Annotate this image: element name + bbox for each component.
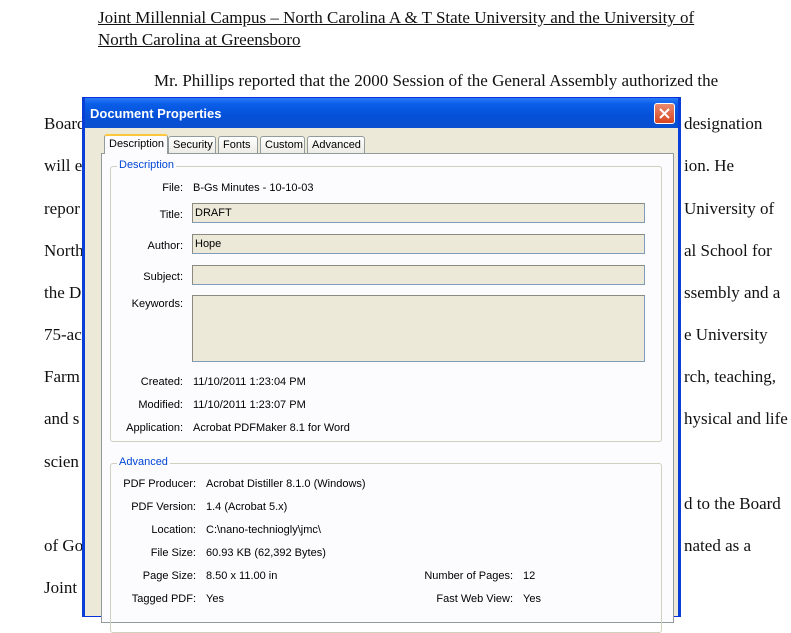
file-label: File:: [162, 182, 183, 194]
tab-description[interactable]: Description: [104, 134, 168, 154]
tab-custom[interactable]: Custom: [260, 136, 305, 153]
doc-left-fragment: Board: [44, 114, 86, 133]
tagged-pdf-value: Yes: [206, 593, 224, 605]
doc-left-fragment: scien: [44, 452, 79, 471]
description-group: Description File: B-Gs Minutes - 10-10-0…: [110, 159, 662, 442]
description-group-label: Description: [117, 159, 177, 171]
page-size-value: 8.50 x 11.00 in: [206, 570, 278, 582]
fast-web-view-label: Fast Web View:: [436, 593, 513, 605]
document-properties-dialog: Document Properties Description Security…: [82, 97, 681, 633]
doc-right-fragment: al School for: [684, 241, 772, 260]
doc-right-fragment: e University: [684, 325, 768, 344]
file-size-value: 60.93 KB (62,392 Bytes): [206, 547, 326, 559]
pdf-producer-label: PDF Producer:: [123, 478, 196, 490]
doc-left-fragment: 75-ac: [44, 325, 82, 344]
subject-label: Subject:: [143, 271, 183, 283]
doc-right-fragment: rch, teaching,: [684, 367, 777, 386]
doc-right-fragment: designation: [684, 114, 763, 133]
pdf-version-value: 1.4 (Acrobat 5.x): [206, 501, 288, 513]
location-label: Location:: [151, 524, 196, 536]
fast-web-view-value: Yes: [523, 593, 541, 605]
doc-right-fragment: d to the Board: [684, 494, 781, 513]
close-button[interactable]: [654, 103, 675, 124]
advanced-group-label: Advanced: [117, 456, 170, 468]
file-size-label: File Size:: [150, 547, 196, 559]
application-value: Acrobat PDFMaker 8.1 for Word: [193, 422, 350, 434]
keywords-label: Keywords:: [131, 298, 183, 310]
subject-field[interactable]: [192, 265, 645, 285]
doc-right-fragment: University of: [684, 199, 775, 218]
description-tab-panel: Description File: B-Gs Minutes - 10-10-0…: [101, 153, 674, 633]
modified-value: 11/10/2011 1:23:07 PM: [193, 399, 306, 411]
keywords-field[interactable]: [192, 295, 645, 362]
doc-right-fragment: ssembly and a: [684, 283, 781, 302]
doc-right-fragment: hysical and life: [684, 409, 788, 428]
created-label: Created:: [140, 376, 183, 388]
dialog-titlebar[interactable]: Document Properties: [85, 98, 678, 128]
author-label: Author:: [147, 240, 183, 252]
title-field[interactable]: DRAFT: [192, 203, 645, 223]
doc-left-fragment: of Go: [44, 536, 84, 555]
created-value: 11/10/2011 1:23:04 PM: [193, 376, 306, 388]
file-value: B-Gs Minutes - 10-10-03: [193, 182, 314, 194]
doc-right-fragment: nated as a: [684, 536, 752, 555]
doc-left-fragment: North: [44, 241, 84, 260]
doc-heading-line2: North Carolina at Greensboro: [98, 30, 301, 49]
pdf-version-label: PDF Version:: [131, 501, 196, 513]
doc-left-fragment: Farm: [44, 367, 80, 386]
doc-heading-line1: Joint Millennial Campus – North Carolina…: [98, 8, 695, 27]
tagged-pdf-label: Tagged PDF:: [131, 593, 196, 605]
doc-left-fragment: Joint: [44, 578, 78, 597]
application-label: Application:: [126, 422, 183, 434]
number-of-pages-label: Number of Pages:: [424, 570, 513, 582]
close-icon: [659, 108, 670, 119]
title-label: Title:: [159, 209, 183, 221]
doc-right-fragment: ion. He: [684, 156, 735, 175]
doc-left-fragment: the D: [44, 283, 82, 302]
doc-paragraph-line: Mr. Phillips reported that the 2000 Sess…: [154, 71, 719, 90]
tab-security[interactable]: Security: [168, 136, 216, 153]
dialog-title: Document Properties: [90, 106, 222, 121]
number-of-pages-value: 12: [523, 570, 536, 582]
location-value: C:\nano-technioglу\jmc\: [206, 524, 321, 536]
tab-fonts[interactable]: Fonts: [218, 136, 258, 153]
modified-label: Modified:: [138, 399, 183, 411]
author-field[interactable]: Hope: [192, 234, 645, 254]
pdf-producer-value: Acrobat Distiller 8.1.0 (Windows): [206, 478, 366, 490]
page-size-label: Page Size:: [142, 570, 196, 582]
tab-advanced[interactable]: Advanced: [307, 136, 365, 153]
doc-left-fragment: and s: [44, 409, 80, 428]
doc-left-fragment: repor: [44, 199, 80, 218]
doc-left-fragment: will e: [44, 156, 83, 175]
advanced-group: Advanced PDF Producer: Acrobat Distiller…: [110, 456, 662, 633]
